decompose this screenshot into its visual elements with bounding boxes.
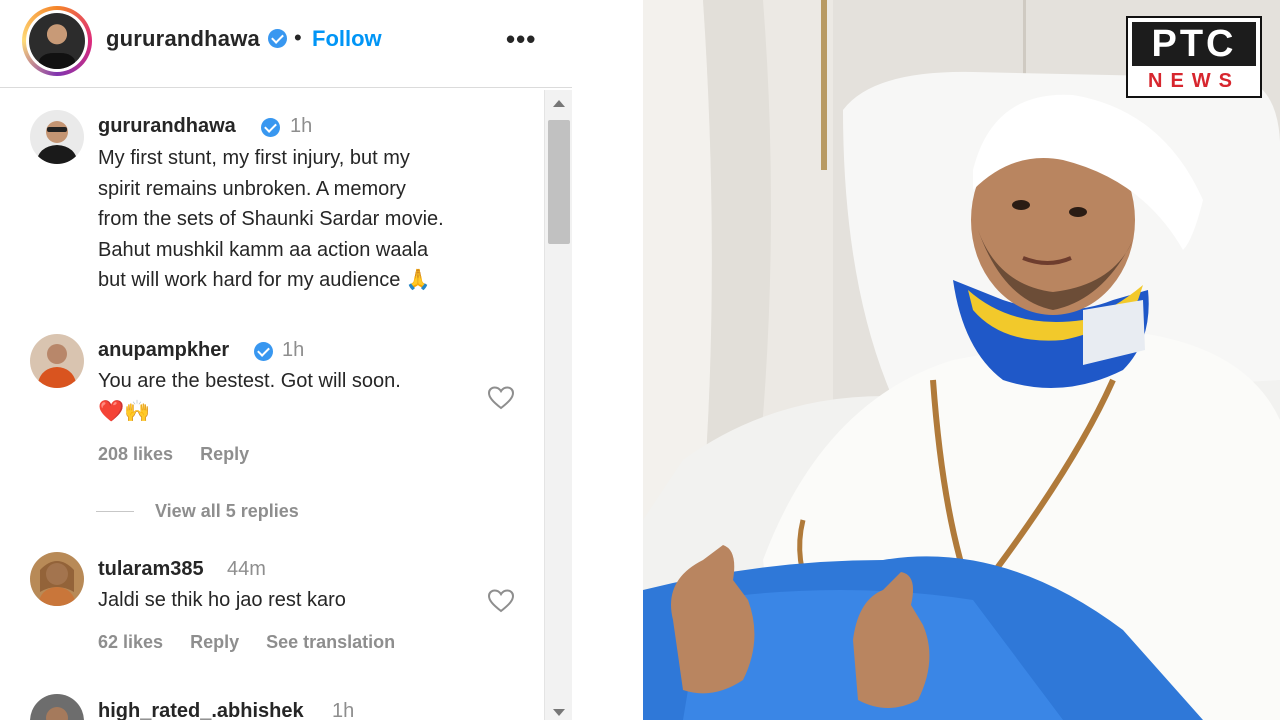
caption-line: My first stunt, my first injury, but my — [98, 147, 410, 169]
comment-line: You are the bestest. Got will soon. — [98, 370, 401, 392]
replies-divider — [96, 511, 134, 512]
instagram-post-panel: gururandhawa • Follow ••• gururandhawa 1… — [0, 0, 572, 720]
verified-badge-icon — [254, 342, 273, 361]
logo-top-text: PTC — [1132, 22, 1256, 66]
reply-button[interactable]: Reply — [190, 632, 239, 652]
comment-username[interactable]: anupampkher — [98, 339, 229, 362]
comment-text: Jaldi se thik ho jao rest karo — [98, 585, 518, 616]
verified-badge-icon — [268, 29, 287, 48]
avatar[interactable] — [29, 13, 85, 69]
ptc-news-logo: PTC NEWS — [1126, 16, 1262, 98]
comment-time: 1h — [332, 700, 355, 720]
comment-meta: 62 likes Reply See translation — [98, 632, 417, 653]
story-ring[interactable] — [22, 6, 92, 76]
like-heart-icon[interactable] — [488, 589, 514, 613]
scroll-down-arrow-icon[interactable] — [553, 709, 565, 716]
caption-text: My first stunt, my first injury, but my … — [98, 143, 518, 296]
post-header: gururandhawa • Follow ••• — [0, 0, 572, 88]
likes-count[interactable]: 62 likes — [98, 632, 163, 652]
header-username[interactable]: gururandhawa — [106, 26, 260, 52]
avatar[interactable] — [30, 694, 84, 720]
verified-badge-icon — [261, 118, 280, 137]
caption-line: from the sets of Shaunki Sardar movie. — [98, 208, 444, 230]
scroll-thumb[interactable] — [548, 120, 570, 244]
comment-text: You are the bestest. Got will soon. ❤️🙌 — [98, 366, 518, 427]
like-heart-icon[interactable] — [488, 386, 514, 410]
post-photo — [643, 0, 1280, 720]
view-replies-button[interactable]: View all 5 replies — [155, 501, 299, 522]
caption-line: but will work hard for my audience 🙏 — [98, 269, 431, 291]
comment-time: 1h — [282, 339, 305, 361]
hospital-bed-photo — [643, 0, 1280, 720]
follow-button[interactable]: Follow — [312, 26, 382, 52]
emoji-line: ❤️🙌 — [98, 399, 151, 423]
comment-time: 44m — [227, 558, 266, 580]
avatar[interactable] — [30, 334, 84, 388]
avatar[interactable] — [30, 552, 84, 606]
comment-username[interactable]: high_rated_.abhishek — [98, 700, 304, 720]
scroll-up-arrow-icon[interactable] — [553, 100, 565, 107]
caption-line: spirit remains unbroken. A memory — [98, 177, 406, 200]
comment-time: 1h — [290, 115, 313, 137]
reply-button[interactable]: Reply — [200, 444, 249, 464]
comment-meta: 208 likes Reply — [98, 444, 271, 465]
comment-username[interactable]: tularam385 — [98, 558, 204, 581]
comment-username[interactable]: gururandhawa — [98, 115, 236, 138]
more-options-icon[interactable]: ••• — [506, 24, 536, 55]
comment-line: Jaldi se thik ho jao rest karo — [98, 589, 346, 611]
likes-count[interactable]: 208 likes — [98, 444, 173, 464]
avatar[interactable] — [30, 110, 84, 164]
separator-dot: • — [294, 25, 302, 50]
caption-line: Bahut mushkil kamm aa action waala — [98, 238, 429, 261]
logo-bottom-text: NEWS — [1148, 70, 1240, 92]
scrollbar[interactable] — [544, 90, 572, 720]
see-translation-button[interactable]: See translation — [266, 632, 395, 652]
